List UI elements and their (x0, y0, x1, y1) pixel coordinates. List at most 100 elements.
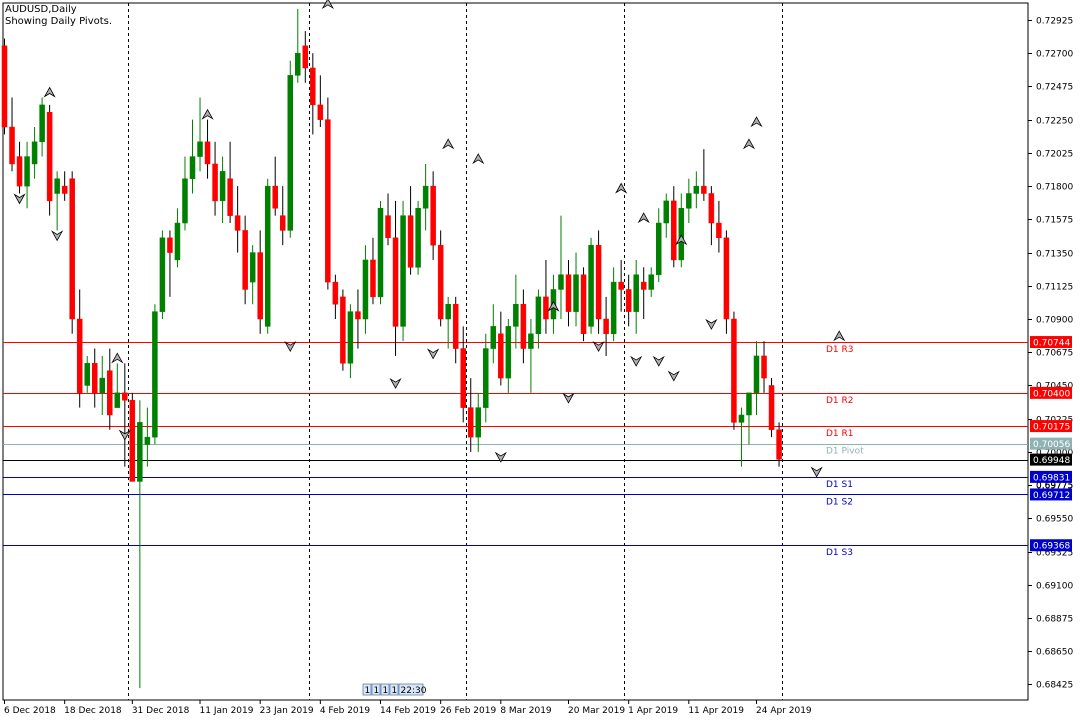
candle-body (528, 333, 534, 349)
candle-body (264, 185, 271, 327)
candle-body (422, 185, 429, 209)
candle (295, 8, 301, 83)
candle (603, 296, 609, 356)
candle (415, 200, 421, 275)
candle (753, 341, 760, 415)
candle (99, 355, 106, 415)
candle (54, 171, 60, 231)
date-tick-label: 31 Dec 2018 (132, 706, 190, 716)
candle (430, 171, 436, 260)
fractal-down-marker (427, 348, 440, 360)
candle (467, 378, 474, 452)
candle-body (490, 326, 497, 349)
candle-body (242, 230, 248, 290)
candle-body (174, 222, 181, 261)
date-tick-label: 24 Apr 2019 (756, 706, 812, 716)
fractal-down-marker (284, 341, 297, 352)
candle (498, 311, 504, 386)
candle-body (513, 303, 519, 327)
candle (535, 289, 542, 349)
candle (340, 289, 346, 371)
candle-body (640, 281, 647, 290)
candle (137, 400, 143, 689)
candle-body (46, 112, 53, 202)
candle (107, 348, 113, 430)
candle (505, 319, 512, 393)
candle-body (61, 185, 68, 194)
fractal-up-marker (442, 138, 455, 150)
date-tick-label: 26 Feb 2019 (440, 706, 496, 716)
date-tick-label: 1 Apr 2019 (628, 706, 678, 716)
candle (76, 289, 83, 408)
candle-body (543, 296, 549, 320)
candle (701, 149, 707, 201)
price-tick-label: 0.71125 (1036, 283, 1073, 293)
candle (625, 274, 632, 327)
candle (24, 141, 30, 209)
pivot-label: D1 R1 (826, 429, 854, 439)
candle-body (618, 281, 624, 290)
candle (618, 259, 624, 312)
candle-body (415, 208, 421, 268)
candle-body (746, 392, 752, 416)
candle (174, 208, 181, 268)
candle-body (287, 75, 294, 231)
date-tick-label: 11 Jan 2019 (200, 706, 254, 716)
candle-body (723, 237, 730, 320)
candle-body (1, 45, 8, 128)
candle-body (686, 193, 692, 209)
price-chart[interactable]: D1 R3 D1 R2 D1 R1 D1 Pivot D1 S1 D1 S2 D1 S3 0.… (0, 0, 1080, 720)
candle-body (114, 392, 121, 408)
chart-title: AUDUSD,Daily (5, 4, 77, 15)
candle-body (565, 274, 572, 312)
candle-body (370, 259, 376, 298)
candle (1, 38, 8, 135)
fractal-up-marker (750, 116, 763, 128)
candle (595, 230, 602, 334)
candle-body (716, 222, 722, 239)
chart-canvas[interactable]: D1 R3 D1 R2 D1 R1 D1 Pivot D1 S1 D1 S2 D1 S3 0.… (0, 0, 1080, 720)
candle-body (610, 281, 617, 335)
pivot-price-tag-label: 0.70744 (1033, 339, 1070, 349)
scroll-indicator-label: 1 (392, 686, 398, 696)
candle (610, 267, 617, 342)
candle-body (317, 104, 324, 120)
candle-body (768, 385, 775, 431)
candle-body (122, 392, 128, 401)
candle-body (332, 281, 339, 305)
candle-body (69, 178, 75, 320)
candle-body (129, 399, 136, 482)
candle (197, 97, 203, 172)
candle-body (467, 407, 474, 438)
scroll-indicator-label: 1 (365, 686, 371, 696)
candle (310, 53, 316, 135)
fractal-up-marker (111, 352, 124, 364)
candle (264, 178, 271, 334)
candle (84, 355, 90, 393)
candle-body (498, 333, 504, 379)
pivot-price-tag-label: 0.69368 (1033, 542, 1070, 552)
candle (182, 156, 188, 231)
candle (287, 60, 294, 238)
candle-body (272, 185, 278, 209)
candle-body (212, 163, 218, 202)
candle (204, 119, 211, 179)
candle-body (204, 141, 211, 165)
candle-body (671, 200, 677, 261)
price-tick-label: 0.72025 (1036, 150, 1073, 160)
candle (573, 252, 579, 327)
pivot-price-tag-label: 0.70400 (1033, 389, 1070, 399)
candle (723, 230, 730, 334)
pivot-price-tag-label: 0.69712 (1033, 491, 1070, 501)
candle (332, 274, 339, 320)
candle-body (753, 355, 760, 394)
candle (738, 407, 745, 467)
candle (708, 186, 715, 246)
candle-body (580, 274, 587, 335)
price-tick-label: 0.68875 (1036, 615, 1073, 625)
candle (731, 311, 737, 430)
candle-body (84, 363, 90, 386)
candle-body (437, 244, 444, 320)
candle-body (76, 318, 83, 394)
candle-body (475, 407, 482, 438)
